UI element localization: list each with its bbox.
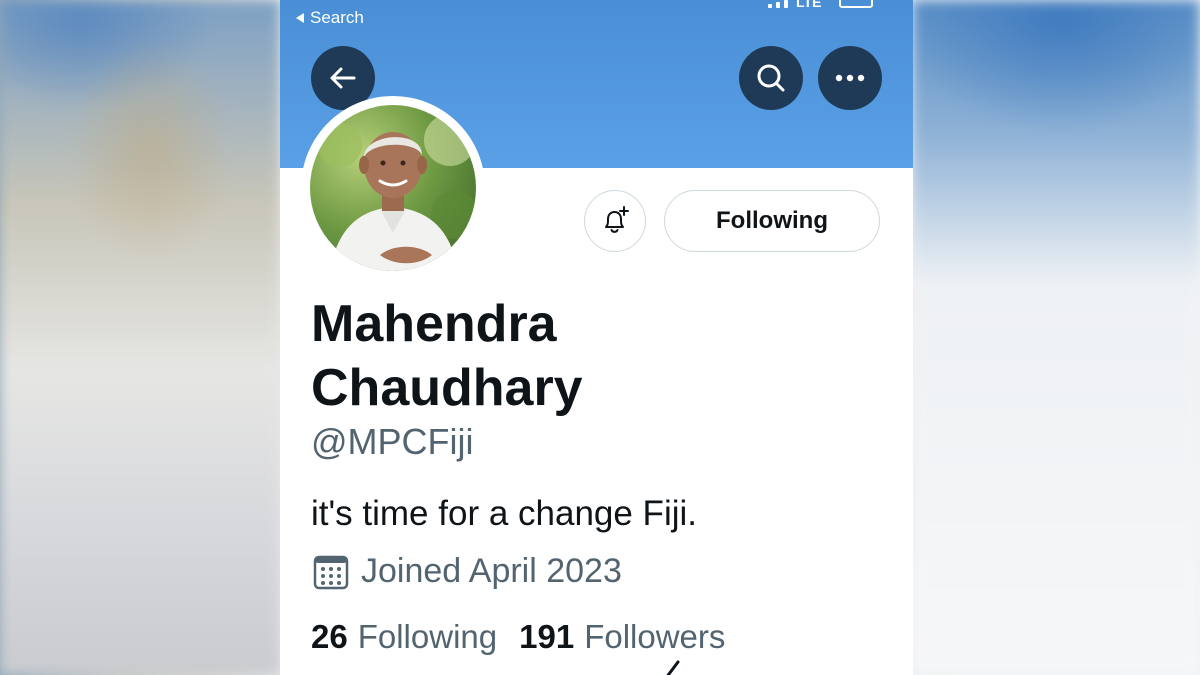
followers-stat-link[interactable]: 191 Followers — [519, 618, 725, 656]
signal-bar-icon — [768, 4, 772, 8]
profile-name-line2: Chaudhary — [311, 359, 583, 417]
followers-count: 191 — [519, 618, 575, 655]
network-label: LTE — [796, 0, 822, 10]
bell-plus-icon — [605, 206, 629, 233]
more-options-button[interactable] — [818, 46, 882, 110]
profile-handle: @MPCFiji — [311, 421, 474, 462]
following-stat-label: Following — [357, 618, 498, 655]
profile-bio: it's time for a change Fiji. — [311, 494, 697, 533]
profile-name: Mahendra Chaudhary — [311, 292, 871, 420]
more-dots-icon — [835, 74, 865, 82]
avatar-photo — [310, 105, 476, 271]
profile-name-line1: Mahendra — [311, 295, 557, 353]
blurred-background-right — [912, 0, 1200, 675]
profile-stats: 26 Following 191 Followers — [311, 618, 725, 656]
following-stat-link[interactable]: 26 Following — [311, 618, 497, 656]
arrow-left-icon — [330, 67, 356, 89]
partial-checkmark-icon — [666, 660, 680, 675]
search-icon — [757, 64, 785, 92]
battery-icon — [839, 0, 874, 8]
status-back-label: Search — [310, 8, 364, 27]
joined-date: Joined April 2023 — [313, 552, 622, 591]
profile-screen: Search LTE Following Mahendra Chaudhary … — [280, 0, 913, 675]
following-button[interactable]: Following — [664, 190, 880, 252]
following-count: 26 — [311, 618, 348, 655]
signal-bar-icon — [784, 0, 788, 8]
status-back-link[interactable]: Search — [296, 8, 364, 28]
back-triangle-icon — [296, 13, 304, 23]
blurred-background-left — [0, 0, 280, 675]
notifications-button[interactable] — [584, 190, 646, 252]
joined-label: Joined April 2023 — [361, 552, 622, 590]
search-button[interactable] — [739, 46, 803, 110]
status-indicators: LTE — [768, 0, 874, 10]
signal-bar-icon — [776, 2, 780, 8]
profile-avatar[interactable] — [301, 96, 485, 280]
followers-stat-label: Followers — [584, 618, 726, 655]
calendar-icon — [313, 555, 349, 589]
